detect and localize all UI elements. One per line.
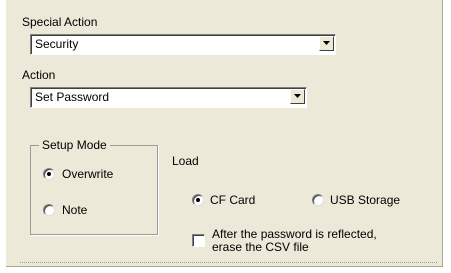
cf-card-label[interactable]: CF Card bbox=[210, 193, 255, 207]
usb-storage-radio[interactable] bbox=[312, 194, 324, 206]
special-action-dropdown-button[interactable] bbox=[319, 36, 334, 51]
usb-storage-label[interactable]: USB Storage bbox=[330, 193, 400, 207]
erase-csv-checkbox[interactable] bbox=[192, 234, 205, 247]
chevron-down-icon bbox=[323, 41, 330, 45]
bottom-divider bbox=[20, 262, 437, 263]
chevron-down-icon bbox=[294, 94, 301, 98]
action-dropdown[interactable]: Set Password bbox=[30, 87, 307, 108]
radio-selected-dot bbox=[47, 172, 51, 176]
note-label[interactable]: Note bbox=[62, 203, 87, 217]
overwrite-radio[interactable] bbox=[43, 168, 55, 180]
erase-csv-label-line2: erase the CSV file bbox=[212, 240, 309, 254]
cf-card-radio[interactable] bbox=[192, 194, 204, 206]
setup-mode-legend: Setup Mode bbox=[39, 138, 110, 152]
settings-panel: Special Action Security Action Set Passw… bbox=[6, 0, 444, 268]
load-label: Load bbox=[172, 154, 199, 168]
action-label: Action bbox=[22, 68, 56, 82]
action-value: Set Password bbox=[35, 90, 110, 104]
note-radio[interactable] bbox=[43, 204, 55, 216]
special-action-value: Security bbox=[35, 37, 79, 51]
special-action-label: Special Action bbox=[22, 15, 98, 29]
setup-mode-group: Setup Mode Overwrite Note bbox=[30, 138, 158, 235]
radio-selected-dot bbox=[196, 198, 200, 202]
special-action-dropdown[interactable]: Security bbox=[30, 34, 336, 55]
erase-csv-label[interactable]: After the password is reflected, erase t… bbox=[212, 228, 377, 254]
overwrite-label[interactable]: Overwrite bbox=[62, 167, 113, 181]
action-dropdown-button[interactable] bbox=[290, 89, 305, 104]
